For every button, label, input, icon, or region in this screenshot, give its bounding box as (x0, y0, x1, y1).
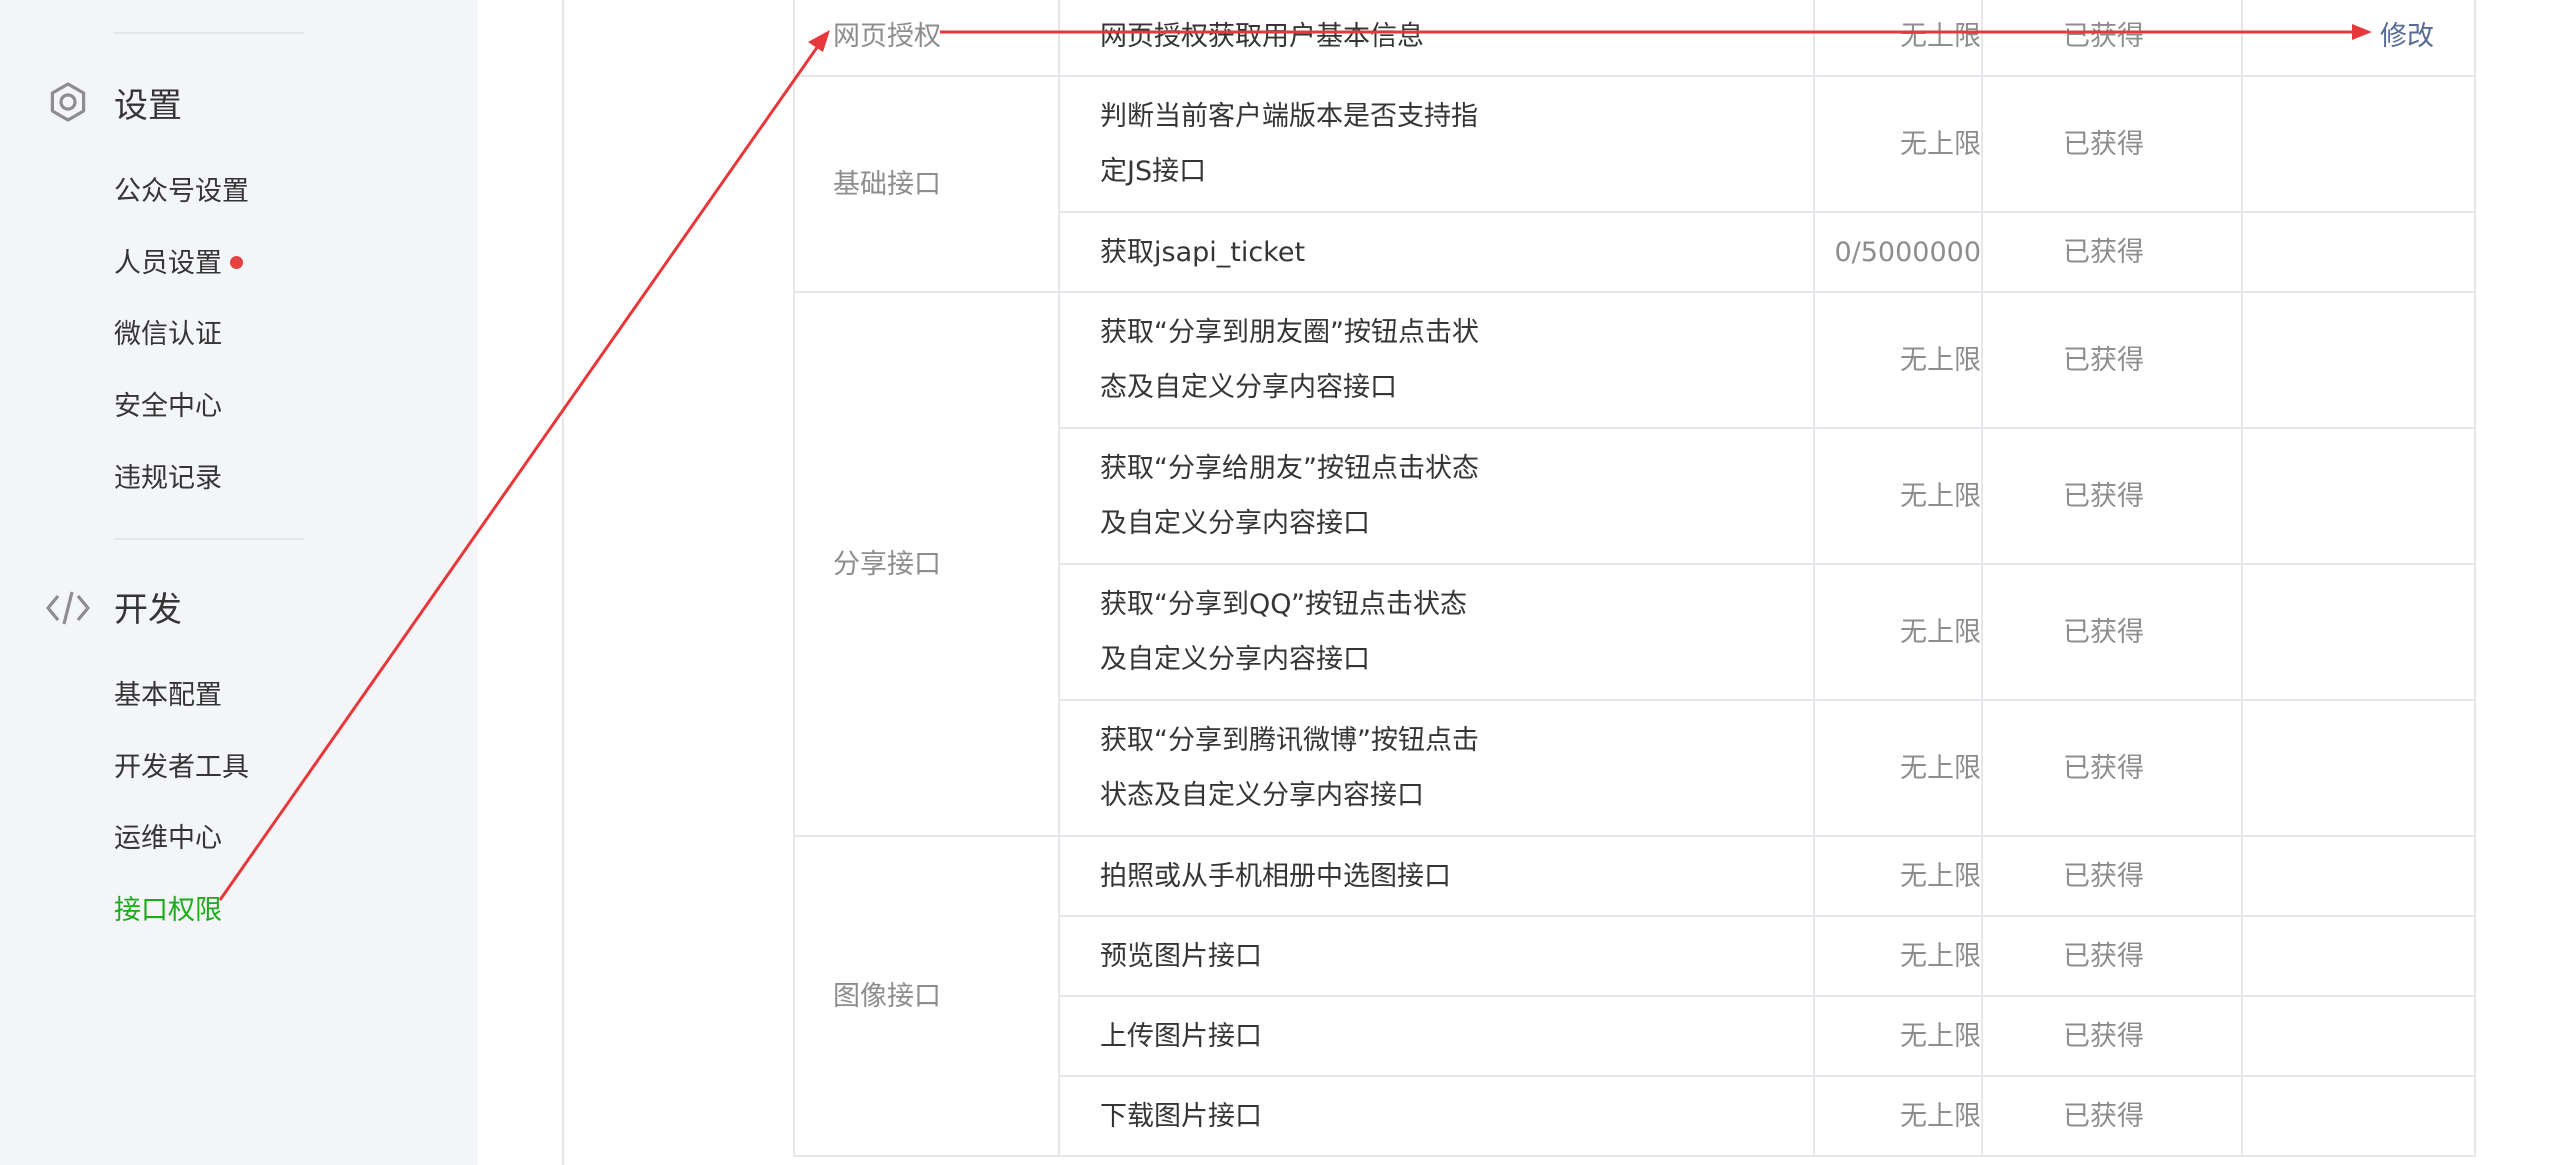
action-cell: 修改 (2241, 0, 2476, 77)
category-cell: 基础接口 (793, 75, 1059, 293)
quota-cell: 无上限 (1813, 427, 1982, 565)
category-cell: 分享接口 (793, 291, 1059, 837)
table-row: 网页授权 网页授权获取用户基本信息 无上限 已获得 修改 (793, 0, 2476, 77)
api-permission-table: 网页授权 网页授权获取用户基本信息 无上限 已获得 修改 基础接口 判断当前客户… (793, 0, 2476, 1157)
action-cell (2241, 1075, 2476, 1157)
action-cell (2241, 563, 2476, 701)
sidebar-item-label: 开发者工具 (114, 752, 249, 783)
sidebar-item-violation-records[interactable]: 违规记录 (114, 456, 222, 495)
api-name-cell: 获取“分享到腾讯微博”按钮点击 状态及自定义分享内容接口 (1058, 699, 1814, 837)
table-row: 分享接口 获取“分享到朋友圈”按钮点击状 态及自定义分享内容接口 无上限 已获得 (793, 291, 2476, 837)
status-cell: 已获得 (1981, 915, 2242, 997)
quota-cell: 无上限 (1813, 291, 1982, 429)
api-name: 获取“分享到QQ”按钮点击状态 (1100, 589, 1468, 620)
action-cell (2241, 211, 2476, 293)
modify-link[interactable]: 修改 (2380, 21, 2434, 52)
action-cell (2241, 291, 2476, 429)
status-cell: 已获得 (1981, 563, 2242, 701)
gear-icon (50, 82, 86, 122)
api-name-cell: 获取“分享到QQ”按钮点击状态 及自定义分享内容接口 (1058, 563, 1814, 701)
develop-section-title: 开发 (114, 590, 182, 630)
api-name-cell: 判断当前客户端版本是否支持指 定JS接口 (1058, 75, 1814, 213)
status-cell: 已获得 (1981, 699, 2242, 837)
sidebar-item-api-permissions[interactable]: 接口权限 (114, 888, 222, 927)
main-content: 网页授权 网页授权获取用户基本信息 无上限 已获得 修改 基础接口 判断当前客户… (478, 0, 2560, 1165)
api-name-cell: 上传图片接口 (1058, 995, 1814, 1077)
sidebar-item-staff-settings[interactable]: 人员设置 (114, 241, 243, 280)
category-cell: 网页授权 (793, 0, 1059, 77)
sidebar-item-ops-center[interactable]: 运维中心 (114, 816, 222, 855)
quota-cell: 无上限 (1813, 835, 1982, 917)
sidebar-divider (114, 538, 304, 540)
sidebar: 设置 公众号设置 人员设置 微信认证 安全中心 违规记录 开发 基本配置 开发者… (0, 0, 478, 1165)
status-cell: 已获得 (1981, 291, 2242, 429)
api-name: 网页授权获取用户基本信息 (1100, 20, 1424, 52)
api-name: 下载图片接口 (1100, 1100, 1262, 1132)
quota-cell: 无上限 (1813, 563, 1982, 701)
api-name: 获取jsapi_ticket (1100, 236, 1306, 268)
api-name: 判断当前客户端版本是否支持指 (1100, 101, 1478, 132)
api-name-cell: 网页授权获取用户基本信息 (1058, 0, 1814, 77)
code-icon (46, 591, 90, 625)
status-cell: 已获得 (1981, 211, 2242, 293)
api-name: 获取“分享到腾讯微博”按钮点击 (1100, 725, 1479, 756)
api-name-continued: 及自定义分享内容接口 (1100, 644, 1370, 675)
sidebar-item-developer-tools[interactable]: 开发者工具 (114, 745, 249, 784)
quota-cell: 0/5000000 (1813, 211, 1982, 293)
sidebar-item-label: 接口权限 (114, 895, 222, 926)
api-name-cell: 获取jsapi_ticket (1058, 211, 1814, 293)
content-border (562, 0, 564, 1165)
action-cell (2241, 75, 2476, 213)
action-cell (2241, 915, 2476, 997)
action-cell (2241, 995, 2476, 1077)
action-cell (2241, 699, 2476, 837)
table-row: 基础接口 判断当前客户端版本是否支持指 定JS接口 无上限 已获得 (793, 75, 2476, 293)
sidebar-item-security-center[interactable]: 安全中心 (114, 384, 222, 423)
status-cell: 已获得 (1981, 995, 2242, 1077)
action-cell (2241, 835, 2476, 917)
api-name: 预览图片接口 (1100, 940, 1262, 972)
sidebar-divider (114, 32, 304, 34)
api-name-continued: 状态及自定义分享内容接口 (1100, 780, 1424, 811)
api-name: 获取“分享到朋友圈”按钮点击状 (1100, 317, 1479, 348)
sidebar-item-label: 安全中心 (114, 391, 222, 422)
status-cell: 已获得 (1981, 835, 2242, 917)
settings-section-title: 设置 (114, 86, 182, 126)
api-name-continued: 及自定义分享内容接口 (1100, 508, 1370, 539)
api-name-cell: 拍照或从手机相册中选图接口 (1058, 835, 1814, 917)
sidebar-item-basic-config[interactable]: 基本配置 (114, 673, 222, 712)
status-cell: 已获得 (1981, 75, 2242, 213)
sidebar-item-label: 微信认证 (114, 319, 222, 350)
sidebar-item-label: 基本配置 (114, 680, 222, 711)
quota-cell: 无上限 (1813, 995, 1982, 1077)
sidebar-item-label: 公众号设置 (114, 176, 249, 207)
api-name: 获取“分享给朋友”按钮点击状态 (1100, 453, 1479, 484)
sidebar-item-label: 人员设置 (114, 248, 222, 279)
status-cell: 已获得 (1981, 1075, 2242, 1157)
api-name-continued: 态及自定义分享内容接口 (1100, 372, 1397, 403)
quota-cell: 无上限 (1813, 1075, 1982, 1157)
quota-cell: 无上限 (1813, 75, 1982, 213)
action-cell (2241, 427, 2476, 565)
status-cell: 已获得 (1981, 0, 2242, 77)
api-name: 拍照或从手机相册中选图接口 (1100, 860, 1451, 892)
quota-cell: 无上限 (1813, 0, 1982, 77)
api-name: 上传图片接口 (1100, 1020, 1262, 1052)
api-name-continued: 定JS接口 (1100, 156, 1207, 187)
sidebar-item-label: 运维中心 (114, 823, 222, 854)
api-name-cell: 获取“分享给朋友”按钮点击状态 及自定义分享内容接口 (1058, 427, 1814, 565)
api-name-cell: 预览图片接口 (1058, 915, 1814, 997)
quota-cell: 无上限 (1813, 699, 1982, 837)
api-name-cell: 获取“分享到朋友圈”按钮点击状 态及自定义分享内容接口 (1058, 291, 1814, 429)
sidebar-item-account-settings[interactable]: 公众号设置 (114, 169, 249, 208)
status-cell: 已获得 (1981, 427, 2242, 565)
api-name-cell: 下载图片接口 (1058, 1075, 1814, 1157)
category-cell: 图像接口 (793, 835, 1059, 1157)
quota-cell: 无上限 (1813, 915, 1982, 997)
sidebar-item-label: 违规记录 (114, 463, 222, 494)
notification-dot (230, 256, 243, 269)
table-row: 图像接口 拍照或从手机相册中选图接口 无上限 已获得 (793, 835, 2476, 1157)
sidebar-item-wechat-verification[interactable]: 微信认证 (114, 312, 222, 351)
